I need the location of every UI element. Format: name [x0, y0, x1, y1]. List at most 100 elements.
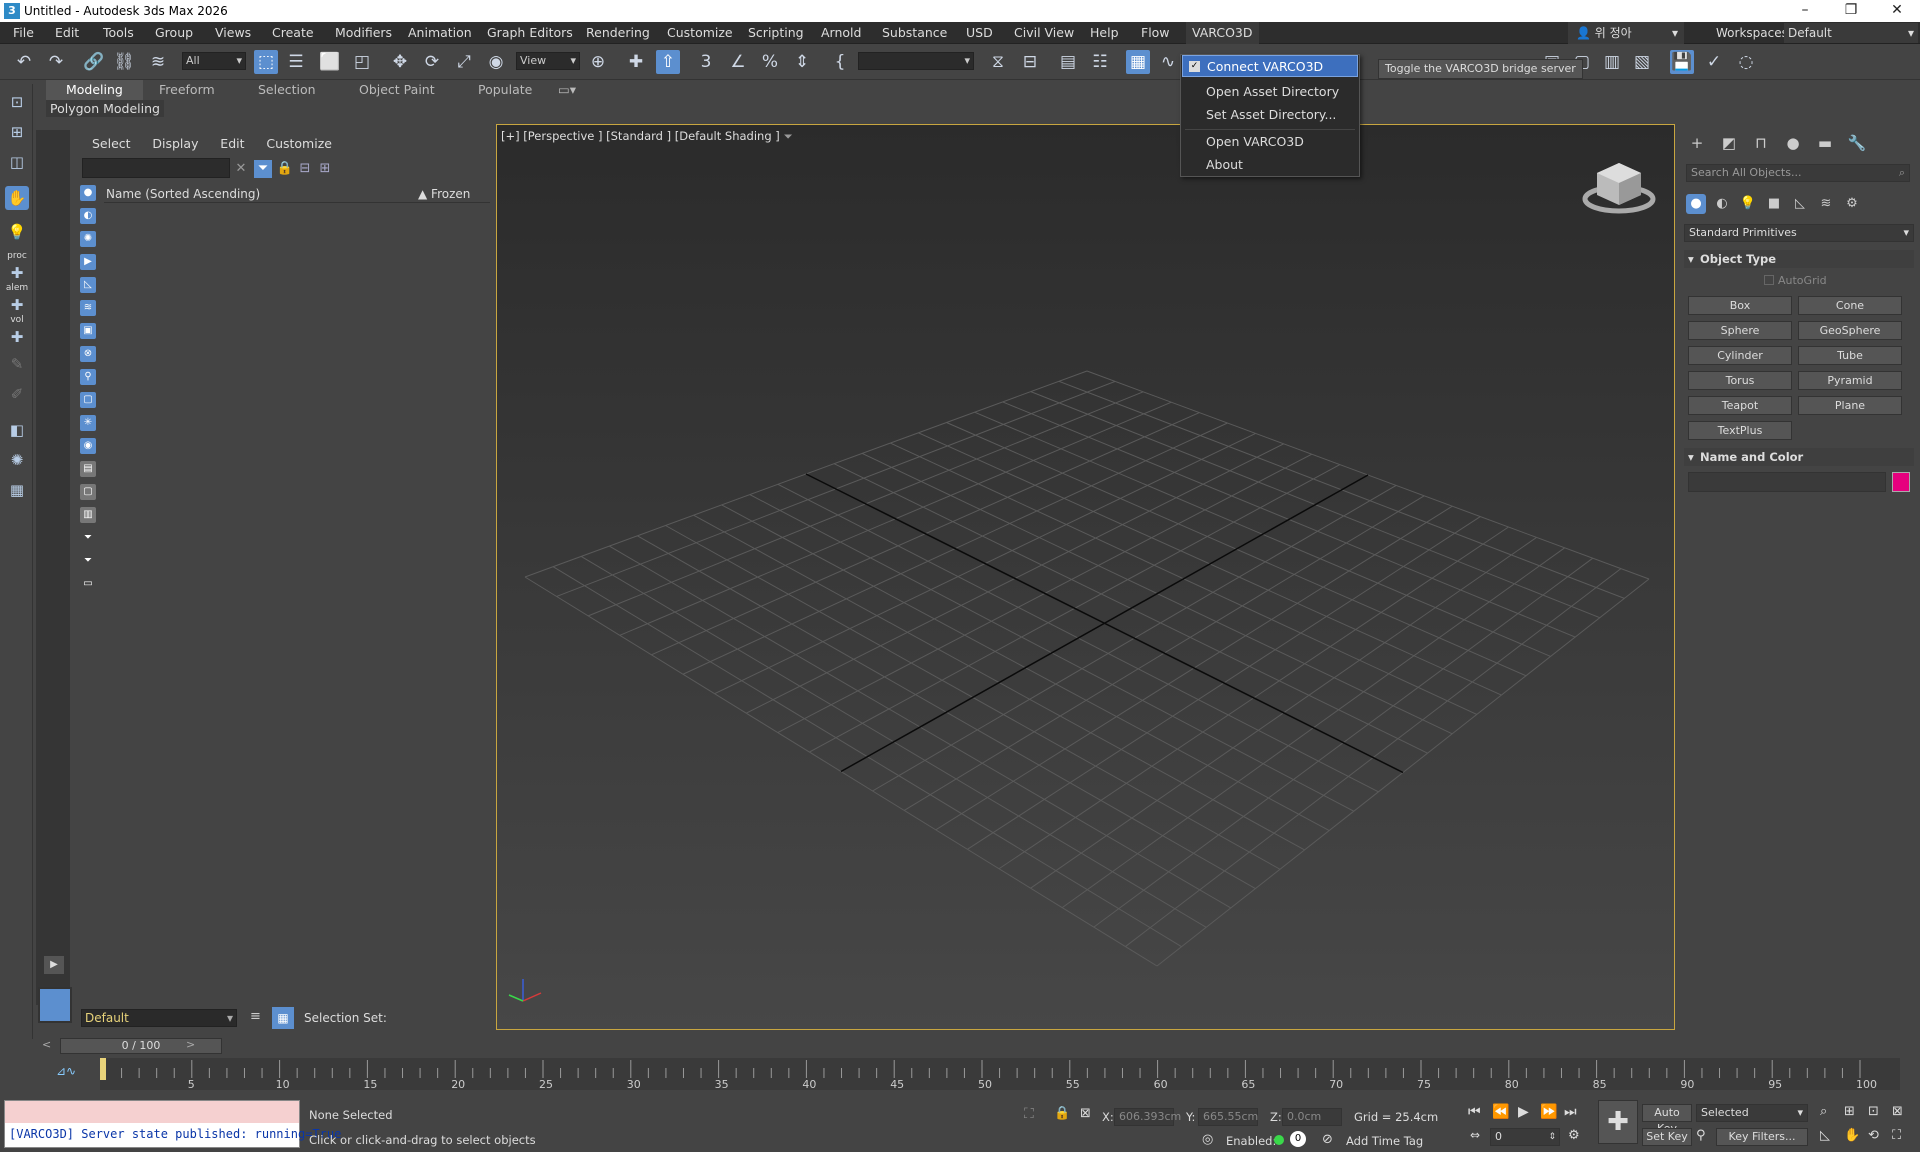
object-name-input[interactable]: [1688, 472, 1886, 492]
spacewarps-filter-icon[interactable]: ≋: [80, 300, 96, 316]
save-icon[interactable]: 💾: [1670, 50, 1694, 74]
scene-converter-icon[interactable]: ▦: [5, 478, 29, 502]
menu-substance[interactable]: Substance: [882, 25, 947, 40]
menu-edit[interactable]: Edit: [55, 25, 79, 40]
layer-dropdown[interactable]: Default ▾: [81, 1009, 237, 1027]
scene-search-input[interactable]: [82, 158, 230, 178]
brush-tool-icon[interactable]: ✐: [5, 382, 29, 406]
geometry-category-icon[interactable]: ●: [1686, 194, 1706, 214]
placement-icon[interactable]: ◉: [484, 50, 508, 74]
move-icon[interactable]: ✥: [388, 50, 412, 74]
mirror-icon[interactable]: ⧖: [986, 50, 1010, 74]
snaps-toggle-icon[interactable]: 3: [694, 50, 718, 74]
menu-rendering[interactable]: Rendering: [586, 25, 650, 40]
motion-tab-icon[interactable]: ●: [1782, 132, 1804, 154]
go-to-start-icon[interactable]: ⏮: [1468, 1104, 1481, 1120]
track-bar[interactable]: 5 10 15 20 25 30 35 40 45 50 55 60 65 70 75 80 85 90 95 100: [100, 1058, 1900, 1091]
display-tab-icon[interactable]: ▬: [1814, 132, 1836, 154]
window-crossing-icon[interactable]: ◰: [350, 50, 374, 74]
edit-selection-icon[interactable]: ⊞: [5, 120, 29, 144]
layers-icon[interactable]: ≡: [250, 1009, 261, 1024]
a360-icon[interactable]: ◌: [1734, 50, 1758, 74]
modify-tab-icon[interactable]: ◩: [1718, 132, 1740, 154]
connect-varco3d-item[interactable]: ✓ Connect VARCO3D: [1182, 55, 1358, 77]
layer-explorer-icon[interactable]: ☷: [1088, 50, 1112, 74]
render-production-icon[interactable]: ▥: [1600, 50, 1624, 74]
alem-tool[interactable]: alem ✚: [5, 284, 29, 315]
ribbon-tab-freeform[interactable]: Freeform: [159, 82, 215, 97]
proc-tool[interactable]: proc ✚: [5, 252, 29, 283]
torus-button[interactable]: Torus: [1688, 371, 1792, 390]
viewport-label[interactable]: [+] [Perspective ] [Standard ] [Default …: [501, 129, 793, 144]
isolate-icon[interactable]: ⛶: [1024, 1106, 1034, 1122]
close-button[interactable]: ✕: [1874, 0, 1920, 22]
geometry-filter-icon[interactable]: ●: [80, 185, 96, 201]
reference-coordinate-dropdown[interactable]: View ▾: [516, 52, 580, 70]
ribbon-tab-selection[interactable]: Selection: [258, 82, 316, 97]
cameras-category-icon[interactable]: ■: [1764, 194, 1784, 214]
ribbon-panel-polygon-modeling[interactable]: Polygon Modeling: [46, 100, 164, 117]
pivot-center-icon[interactable]: ⊕: [586, 50, 610, 74]
key-mode-toggle-icon[interactable]: ⇔: [1470, 1128, 1480, 1142]
pan-icon[interactable]: ✋: [1844, 1128, 1860, 1143]
invert-display-icon[interactable]: ▥: [80, 507, 96, 523]
rotate-icon[interactable]: ⟳: [420, 50, 444, 74]
menu-views[interactable]: Views: [215, 25, 251, 40]
about-item[interactable]: About: [1182, 154, 1358, 176]
search-objects-input[interactable]: Search All Objects... ⌕: [1686, 164, 1910, 182]
maximize-viewport-icon[interactable]: ⛶: [1892, 1128, 1901, 1143]
hierarchy-icon[interactable]: ⊟: [296, 160, 314, 178]
user-account[interactable]: 👤 위 정아 ▾: [1568, 22, 1684, 44]
maxscript-listener[interactable]: [VARCO3D] Server state published: runnin…: [4, 1100, 341, 1148]
field-of-view-icon[interactable]: ◺: [1820, 1128, 1830, 1143]
menu-scripting[interactable]: Scripting: [748, 25, 804, 40]
scale-icon[interactable]: ⤢: [452, 50, 476, 74]
curve-editor-icon[interactable]: ∿: [1156, 50, 1180, 74]
containers-filter-icon[interactable]: ▢: [80, 392, 96, 408]
filter-config-icon[interactable]: ⏷: [80, 553, 96, 569]
isolate-selection-icon[interactable]: ◫: [5, 150, 29, 174]
previous-frame-icon[interactable]: ⏪: [1492, 1104, 1509, 1120]
rectangular-selection-icon[interactable]: ⬜: [318, 50, 342, 74]
scene-explorer-icon[interactable]: ▤: [1056, 50, 1080, 74]
x-coordinate-field[interactable]: 606.393cm: [1114, 1108, 1181, 1126]
scene-menu-edit[interactable]: Edit: [220, 136, 244, 151]
ribbon-options-icon[interactable]: ▭▾: [558, 82, 576, 97]
key-filters-button[interactable]: Key Filters...: [1716, 1128, 1808, 1146]
cylinder-button[interactable]: Cylinder: [1688, 346, 1792, 365]
vol-tool[interactable]: vol ✚: [5, 316, 29, 347]
open-asset-directory-item[interactable]: Open Asset Directory: [1182, 81, 1358, 103]
material-browser-icon[interactable]: ◧: [5, 418, 29, 442]
clip-icon[interactable]: ▭: [80, 576, 96, 592]
ribbon-tab-object-paint[interactable]: Object Paint: [359, 82, 435, 97]
pyramid-button[interactable]: Pyramid: [1798, 371, 1902, 390]
maximize-button[interactable]: ❐: [1828, 0, 1874, 22]
plane-button[interactable]: Plane: [1798, 396, 1902, 415]
menu-customize[interactable]: Customize: [667, 25, 733, 40]
shapes-category-icon[interactable]: ◐: [1712, 194, 1732, 214]
create-tab-icon[interactable]: +: [1686, 132, 1708, 154]
menu-file[interactable]: File: [13, 25, 34, 40]
time-marker[interactable]: [100, 1058, 106, 1080]
scene-menu-select[interactable]: Select: [92, 136, 131, 151]
shapes-filter-icon[interactable]: ◐: [80, 208, 96, 224]
selection-set-icon[interactable]: ▦: [272, 1007, 294, 1029]
current-frame-field[interactable]: 0 ⇕: [1490, 1128, 1560, 1146]
helpers-category-icon[interactable]: ◺: [1790, 194, 1810, 214]
absolute-mode-icon[interactable]: ⊠: [1080, 1106, 1091, 1121]
menu-arnold[interactable]: Arnold: [821, 25, 861, 40]
particles-filter-icon[interactable]: ✳: [80, 415, 96, 431]
play-icon[interactable]: ▶: [1518, 1104, 1529, 1120]
menu-flow[interactable]: Flow: [1141, 25, 1170, 40]
cameras-filter-icon[interactable]: ▶: [80, 254, 96, 270]
select-by-name-icon[interactable]: ☰: [284, 50, 308, 74]
zoom-all-icon[interactable]: ⊞: [1844, 1104, 1855, 1119]
menu-tools[interactable]: Tools: [103, 25, 134, 40]
paint-tool-icon[interactable]: ✎: [5, 352, 29, 376]
ribbon-tab-modeling[interactable]: Modeling: [46, 80, 143, 100]
display-none-icon[interactable]: ▢: [80, 484, 96, 500]
ribbon-toggle-icon[interactable]: ▦: [1126, 50, 1150, 74]
align-icon[interactable]: ⊟: [1018, 50, 1042, 74]
selection-filter-dropdown[interactable]: All ▾: [182, 52, 246, 70]
menu-varco3d[interactable]: VARCO3D: [1186, 22, 1259, 44]
